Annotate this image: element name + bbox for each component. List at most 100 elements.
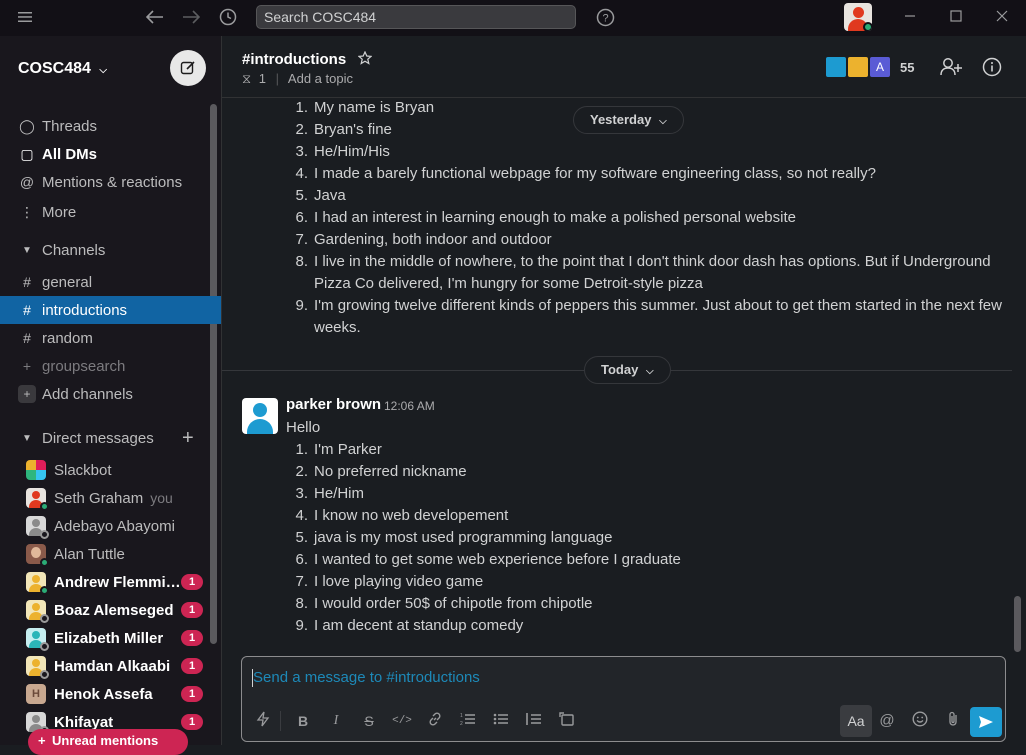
channel-meta: ⧖ 1 | Add a topic — [242, 71, 353, 87]
list-item: 6. I had an interest in learning enough t… — [295, 209, 796, 226]
dm-name: Slackbot — [54, 461, 112, 479]
info-icon[interactable] — [982, 57, 1002, 82]
separator: | — [275, 71, 280, 86]
pin-icon[interactable]: ⧖ — [242, 71, 251, 86]
hash-icon: # — [23, 302, 31, 318]
list-item: 4. I know no web developement — [295, 507, 509, 524]
sidebar-item-introductions[interactable]: # introductions — [0, 296, 221, 324]
search-input[interactable]: Search COSC484 — [256, 5, 576, 29]
formatting-toggle-button[interactable]: Aa — [840, 705, 872, 737]
add-dm-icon[interactable]: + — [182, 427, 194, 450]
message-timestamp[interactable]: 12:06 AM — [384, 399, 435, 413]
list-item: 4. I made a barely functional webpage for… — [295, 165, 876, 182]
send-button[interactable] — [970, 707, 1002, 737]
sidebar-item-random[interactable]: # random — [0, 324, 221, 352]
history-clock-icon[interactable] — [216, 5, 240, 29]
dm-name: Alan Tuttle — [54, 545, 125, 563]
pin-count[interactable]: 1 — [259, 71, 266, 86]
bold-icon[interactable]: B — [292, 711, 314, 731]
code-block-icon[interactable] — [556, 711, 578, 731]
list-item: 6. I wanted to get some web experience be… — [295, 551, 681, 568]
avatar — [26, 572, 49, 595]
message-list[interactable]: 1. My name is Bryan 2. Bryan's fine 3. He/H… — [222, 98, 1012, 652]
avatar — [26, 488, 49, 511]
emoji-icon[interactable] — [909, 711, 931, 731]
close-icon[interactable] — [996, 9, 1008, 25]
list-item: 9. I am decent at standup comedy — [295, 617, 524, 634]
sidebar-item-threads[interactable]: ◯ Threads — [0, 112, 221, 140]
list-item: 5. java is my most used programming langu… — [295, 529, 613, 546]
message-scrollbar[interactable] — [1014, 596, 1021, 652]
forward-arrow-icon[interactable] — [179, 5, 203, 29]
code-icon[interactable]: </> — [391, 711, 413, 731]
add-icon: + — [18, 385, 36, 403]
shortcuts-lightning-icon[interactable] — [252, 711, 274, 731]
link-icon[interactable] — [424, 711, 446, 731]
avatar — [26, 656, 49, 679]
star-icon[interactable] — [357, 50, 373, 68]
maximize-icon[interactable] — [950, 9, 962, 25]
day-divider-today[interactable]: Today ⌵ — [584, 356, 671, 384]
workspace-switcher[interactable]: COSC484 ⌵ — [18, 60, 107, 78]
add-channels-button[interactable]: + Add channels — [0, 380, 221, 408]
chevron-down-icon: ⌵ — [99, 65, 107, 76]
message-composer[interactable]: Send a message to #introductions B I S <… — [241, 656, 1006, 742]
svg-text:?: ? — [602, 12, 608, 24]
message-input[interactable]: Send a message to #introductions — [253, 669, 480, 686]
dm-item[interactable]: Andrew Flemmi… 1 — [0, 568, 221, 596]
member-avatars-button[interactable]: A 55 — [824, 55, 914, 79]
arrow-down-icon: + — [38, 733, 46, 748]
channels-section-header[interactable]: ▼ Channels — [0, 236, 221, 264]
list-item: 3. He/Him — [295, 485, 365, 502]
dm-item[interactable]: Hamdan Alkaabi 1 — [0, 652, 221, 680]
help-icon[interactable]: ? — [593, 5, 617, 29]
sidebar-item-all-dms[interactable]: ▢ All DMs — [0, 140, 221, 168]
dms-icon: ▢ — [20, 145, 34, 162]
italic-icon[interactable]: I — [325, 711, 347, 731]
user-avatar[interactable] — [844, 3, 872, 31]
add-people-icon[interactable] — [940, 57, 962, 82]
sidebar-item-mentions[interactable]: @ Mentions & reactions — [0, 168, 221, 196]
add-topic-link[interactable]: Add a topic — [288, 71, 353, 86]
avatar: A — [868, 55, 892, 79]
avatar[interactable] — [242, 398, 278, 434]
attach-paperclip-icon[interactable] — [942, 711, 964, 731]
dm-item[interactable]: Alan Tuttle — [0, 540, 221, 568]
avatar — [824, 55, 848, 79]
at-icon: @ — [19, 174, 35, 190]
channel-label: general — [42, 273, 93, 291]
ordered-list-icon[interactable]: 12 — [457, 711, 479, 731]
dm-item[interactable]: Adebayo Abayomi — [0, 512, 221, 540]
blockquote-icon[interactable] — [523, 711, 545, 731]
day-divider-yesterday[interactable]: Yesterday ⌵ — [573, 106, 684, 134]
dm-item[interactable]: Seth Graham you — [0, 484, 221, 512]
sidebar-item-groupsearch[interactable]: + groupsearch — [0, 352, 221, 380]
bulleted-list-icon[interactable] — [490, 711, 512, 731]
channel-name: #introductions — [242, 51, 347, 68]
channel-title[interactable]: #introductions — [242, 50, 373, 68]
avatar — [26, 600, 49, 623]
member-count: 55 — [900, 59, 915, 75]
menu-icon[interactable] — [13, 5, 37, 29]
dm-item[interactable]: Boaz Alemseged 1 — [0, 596, 221, 624]
dm-item[interactable]: Slackbot — [0, 456, 221, 484]
sidebar-item-general[interactable]: # general — [0, 268, 221, 296]
dm-item[interactable]: H Henok Assefa 1 — [0, 680, 221, 708]
avatar — [846, 55, 870, 79]
dm-item[interactable]: Elizabeth Miller 1 — [0, 624, 221, 652]
sidebar-item-more[interactable]: ⋮ More — [0, 198, 221, 226]
dm-section-header[interactable]: ▼ Direct messages + — [0, 424, 221, 452]
message-sender[interactable]: parker brown — [286, 396, 381, 413]
compose-button[interactable] — [170, 50, 206, 86]
unread-mentions-button[interactable]: + Unread mentions — [28, 729, 188, 755]
dm-name: Hamdan Alkaabi — [54, 657, 171, 675]
svg-text:1: 1 — [460, 713, 463, 719]
list-item: 2. Bryan's fine — [295, 121, 392, 138]
strikethrough-icon[interactable]: S — [358, 711, 380, 731]
slackbot-avatar — [26, 460, 46, 480]
minimize-icon[interactable] — [904, 9, 916, 25]
day-label: Today — [601, 362, 639, 377]
avatar: H — [26, 684, 46, 704]
back-arrow-icon[interactable] — [143, 5, 167, 29]
mention-icon[interactable]: @ — [876, 711, 898, 731]
